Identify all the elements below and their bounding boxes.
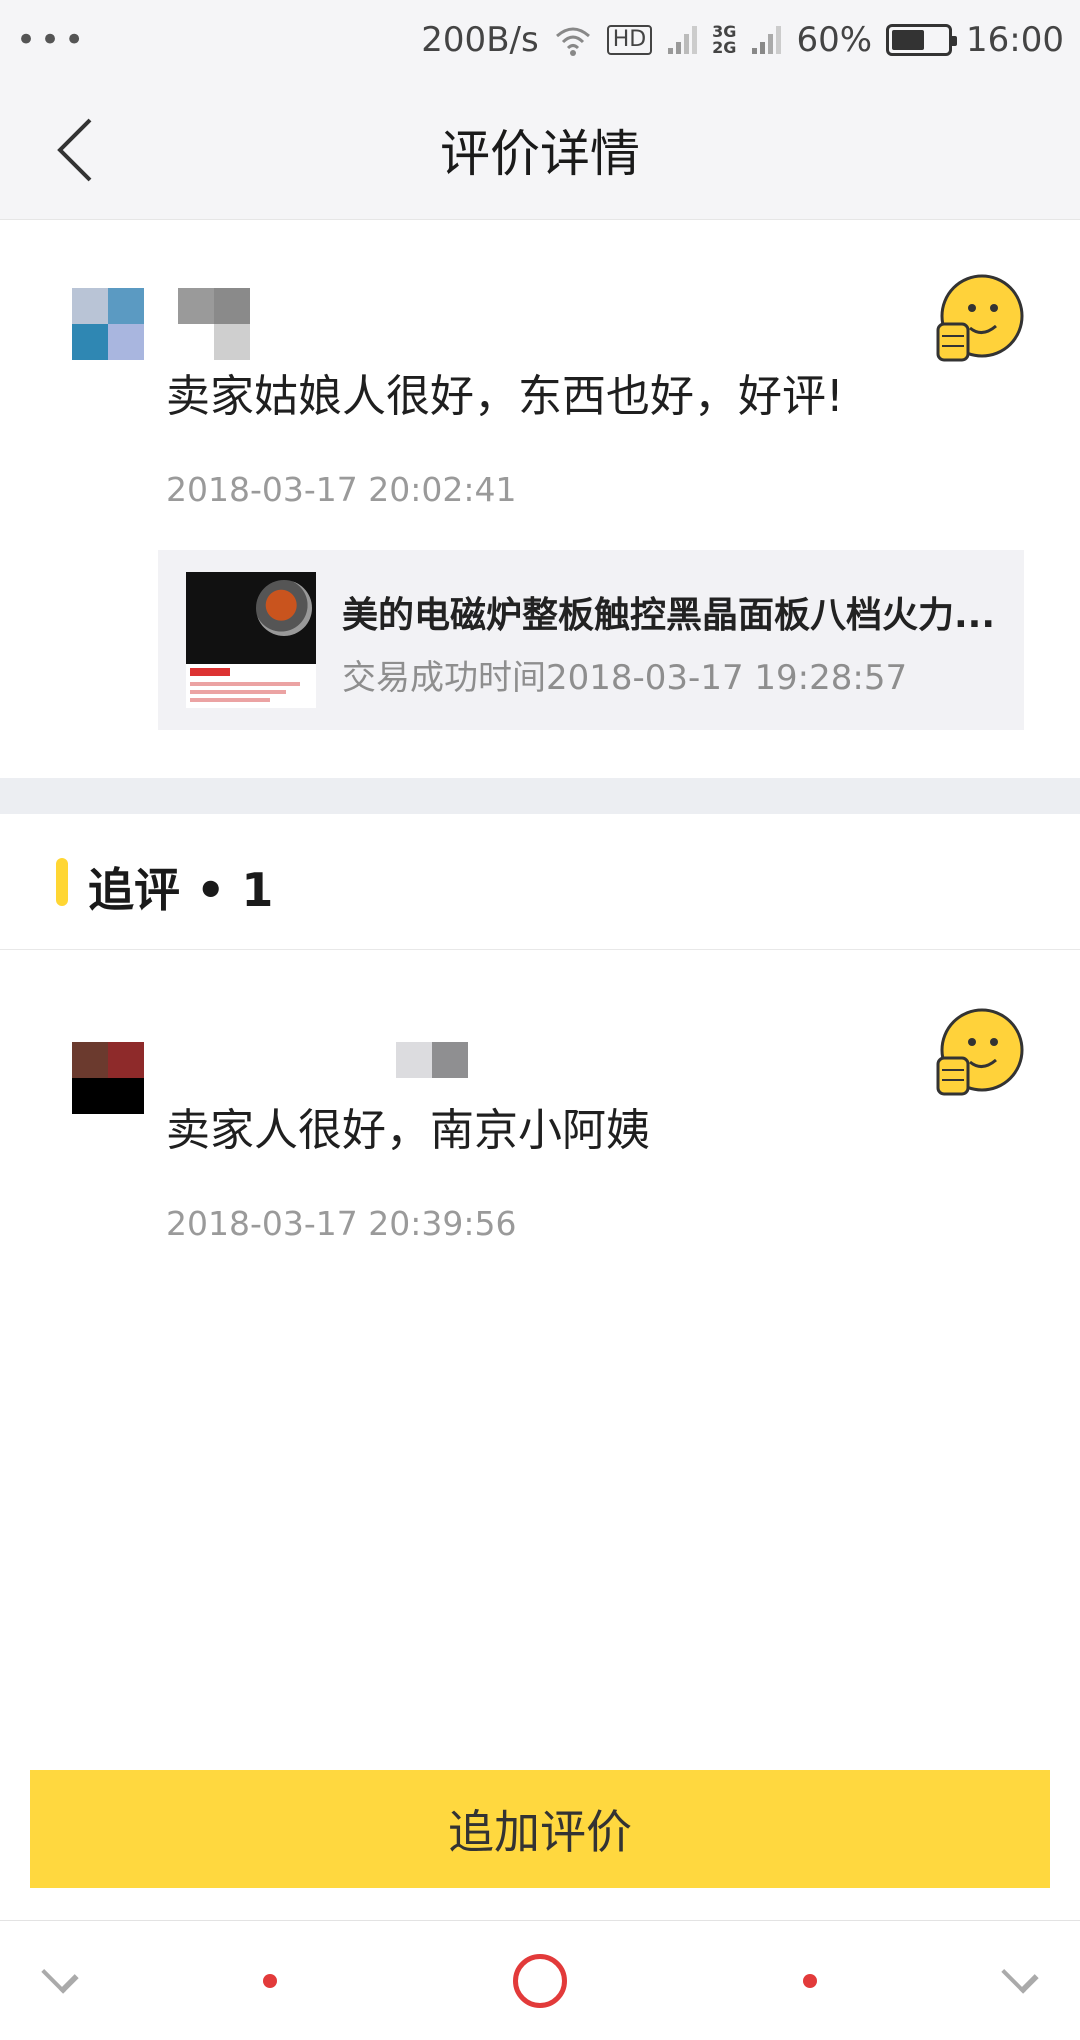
network-speed: 200B/s (421, 20, 539, 60)
clock: 16:00 (966, 20, 1064, 60)
username-blurred (178, 288, 250, 360)
add-review-button[interactable]: 追加评价 (30, 1770, 1050, 1888)
review-time: 2018-03-17 20:02:41 (166, 470, 517, 509)
nav-bar: 评价详情 (0, 80, 1080, 220)
signal-secondary-icon (752, 26, 782, 54)
section-divider (0, 778, 1080, 814)
battery-icon (886, 24, 958, 56)
trade-time: 交易成功时间2018-03-17 19:28:57 (342, 658, 908, 698)
product-card[interactable]: 美的电磁炉整板触控黑晶面板八档火力... 交易成功时间2018-03-17 19… (158, 550, 1024, 730)
dot-icon (803, 1974, 817, 1988)
product-thumbnail (186, 572, 316, 708)
followup-text: 卖家人很好，南京小阿姨 (166, 1105, 650, 1156)
nav-home[interactable] (500, 1921, 580, 2040)
wifi-icon (555, 27, 590, 56)
followup-item: 卖家人很好，南京小阿姨 2018-03-17 20:39:56 (0, 950, 1080, 1350)
nav-recent[interactable] (770, 1921, 850, 2040)
signal-icon (668, 26, 698, 54)
avatar (72, 288, 144, 360)
nav-back[interactable] (230, 1921, 310, 2040)
dot-icon (263, 1974, 277, 1988)
status-dots: ••• (16, 20, 89, 60)
hd-icon: HD (606, 25, 653, 55)
nav-collapse-left[interactable] (20, 1921, 100, 2040)
section-accent-bar (56, 858, 68, 906)
review-text: 卖家姑娘人很好，东西也好，好评! (166, 371, 844, 422)
thumbs-up-emoji-icon (936, 1008, 1024, 1096)
status-right: 200B/s HD 3G 2G 60% 16:00 (421, 20, 1064, 60)
network-type: 3G 2G (712, 24, 736, 56)
battery-fill (892, 30, 925, 50)
page-title: 评价详情 (440, 125, 640, 183)
status-bar: ••• 200B/s HD 3G 2G 60% 16:00 (0, 0, 1080, 80)
page: ••• 200B/s HD 3G 2G 60% 16:00 评价详情 卖家姑娘人… (0, 0, 1080, 2040)
system-nav-bar (0, 1920, 1080, 2040)
product-title: 美的电磁炉整板触控黑晶面板八档火力... (342, 595, 996, 636)
nav-collapse-right[interactable] (980, 1921, 1060, 2040)
battery-percent: 60% (796, 20, 873, 60)
followup-title: 追评 • 1 (88, 863, 274, 917)
thumbs-up-emoji-icon (936, 274, 1024, 362)
home-ring-icon (513, 1954, 567, 2008)
review-item: 卖家姑娘人很好，东西也好，好评! 2018-03-17 20:02:41 美的电… (0, 220, 1080, 778)
followup-header: 追评 • 1 (0, 814, 1080, 950)
chevron-down-icon (41, 1956, 79, 1994)
chevron-down-icon (1001, 1956, 1039, 1994)
followup-time: 2018-03-17 20:39:56 (166, 1204, 517, 1243)
network-type-bottom: 2G (712, 38, 737, 57)
avatar (72, 1042, 144, 1114)
